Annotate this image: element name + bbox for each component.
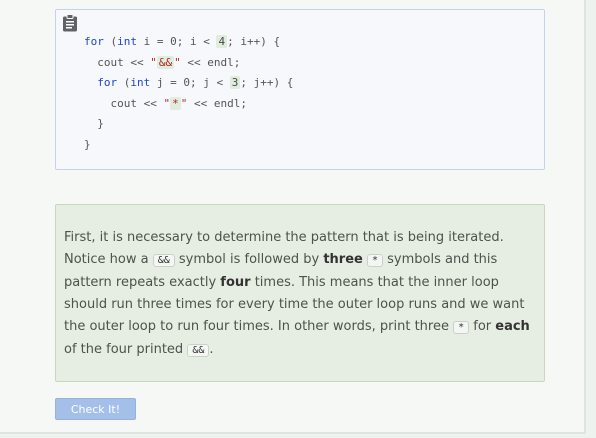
code-panel: for (int i = 0; i < 4; i++) { cout << " &… xyxy=(55,9,545,170)
code-line: } xyxy=(97,117,104,130)
code-line: for (int j = 0; j < 3; j++) { xyxy=(97,76,294,89)
inline-code: && xyxy=(187,344,210,357)
inline-code: * xyxy=(366,254,383,267)
explanation-text: First, it is necessary to determine the … xyxy=(64,230,530,357)
clipboard-icon[interactable] xyxy=(62,14,78,32)
code-block: for (int i = 0; i < 4; i++) { cout << " &… xyxy=(84,32,293,155)
code-line: for (int i = 0; i < 4; i++) { xyxy=(84,35,281,48)
explanation-panel: First, it is necessary to determine the … xyxy=(55,204,545,382)
code-line: } xyxy=(84,137,91,151)
code-line: cout << " && " << endl; xyxy=(97,55,241,69)
content-frame: for (int i = 0; i < 4; i++) { cout << " &… xyxy=(0,0,586,434)
inline-code: * xyxy=(453,321,470,334)
inline-code: && xyxy=(152,254,175,267)
code-line: cout << " * " << endl; xyxy=(110,96,247,110)
check-it-button[interactable]: Check It! xyxy=(55,398,136,420)
